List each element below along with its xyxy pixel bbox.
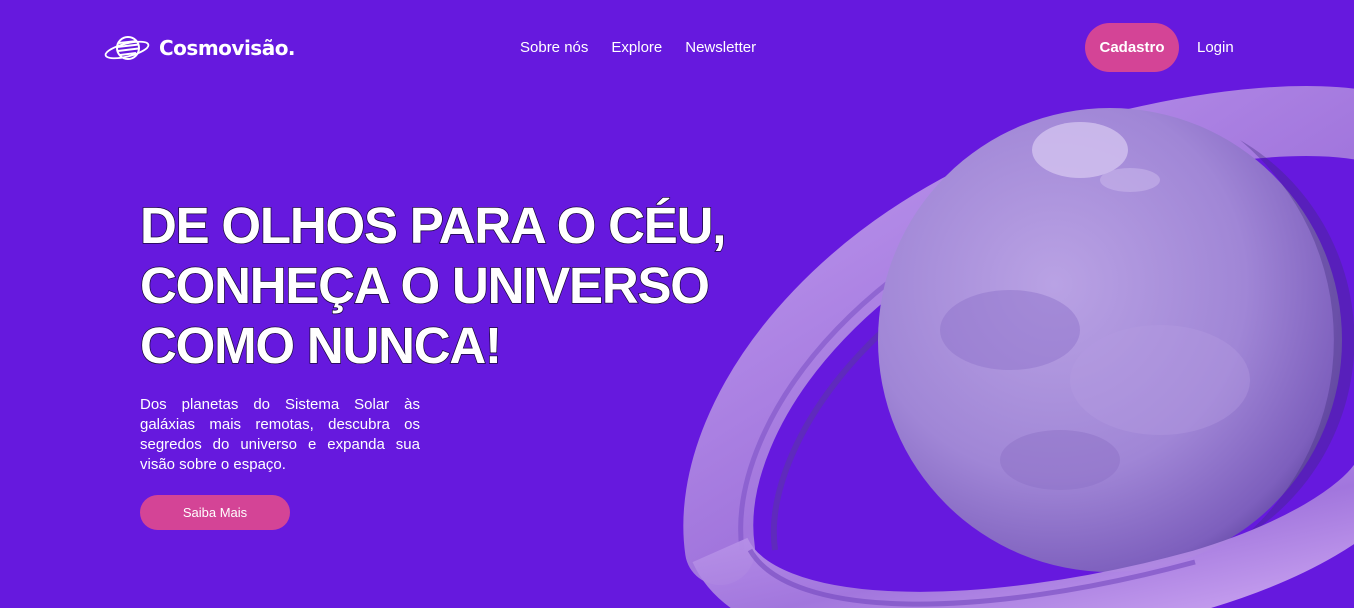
ringed-planet-logo-icon <box>104 36 150 60</box>
login-link[interactable]: Login <box>1197 38 1234 58</box>
signup-button[interactable]: Cadastro <box>1085 23 1179 72</box>
brand-name: Cosmovisão. <box>159 36 296 60</box>
top-navbar: Cosmovisão. Sobre nós Explore Newsletter… <box>0 0 1354 96</box>
nav-link-sobre-nos[interactable]: Sobre nós <box>520 38 588 58</box>
hero-title: DE OLHOS PARA O CÉU, CONHEÇA O UNIVERSO … <box>139 196 740 376</box>
hero-title-line-1: DE OLHOS PARA O CÉU, <box>139 196 727 255</box>
hero-title-line-2: CONHEÇA O UNIVERSO <box>139 256 710 315</box>
ringed-planet-image <box>683 86 1354 608</box>
landing-page: Cosmovisão. Sobre nós Explore Newsletter… <box>0 0 1354 608</box>
main-nav: Sobre nós Explore Newsletter <box>520 38 756 58</box>
nav-link-newsletter[interactable]: Newsletter <box>685 38 756 58</box>
learn-more-button[interactable]: Saiba Mais <box>140 495 290 530</box>
nav-link-explore[interactable]: Explore <box>611 38 662 58</box>
hero-subtitle: Dos planetas do Sistema Solar às galáxia… <box>140 396 420 473</box>
hero-title-line-3: COMO NUNCA! <box>139 316 502 375</box>
brand-logo-link[interactable]: Cosmovisão. <box>104 33 296 63</box>
